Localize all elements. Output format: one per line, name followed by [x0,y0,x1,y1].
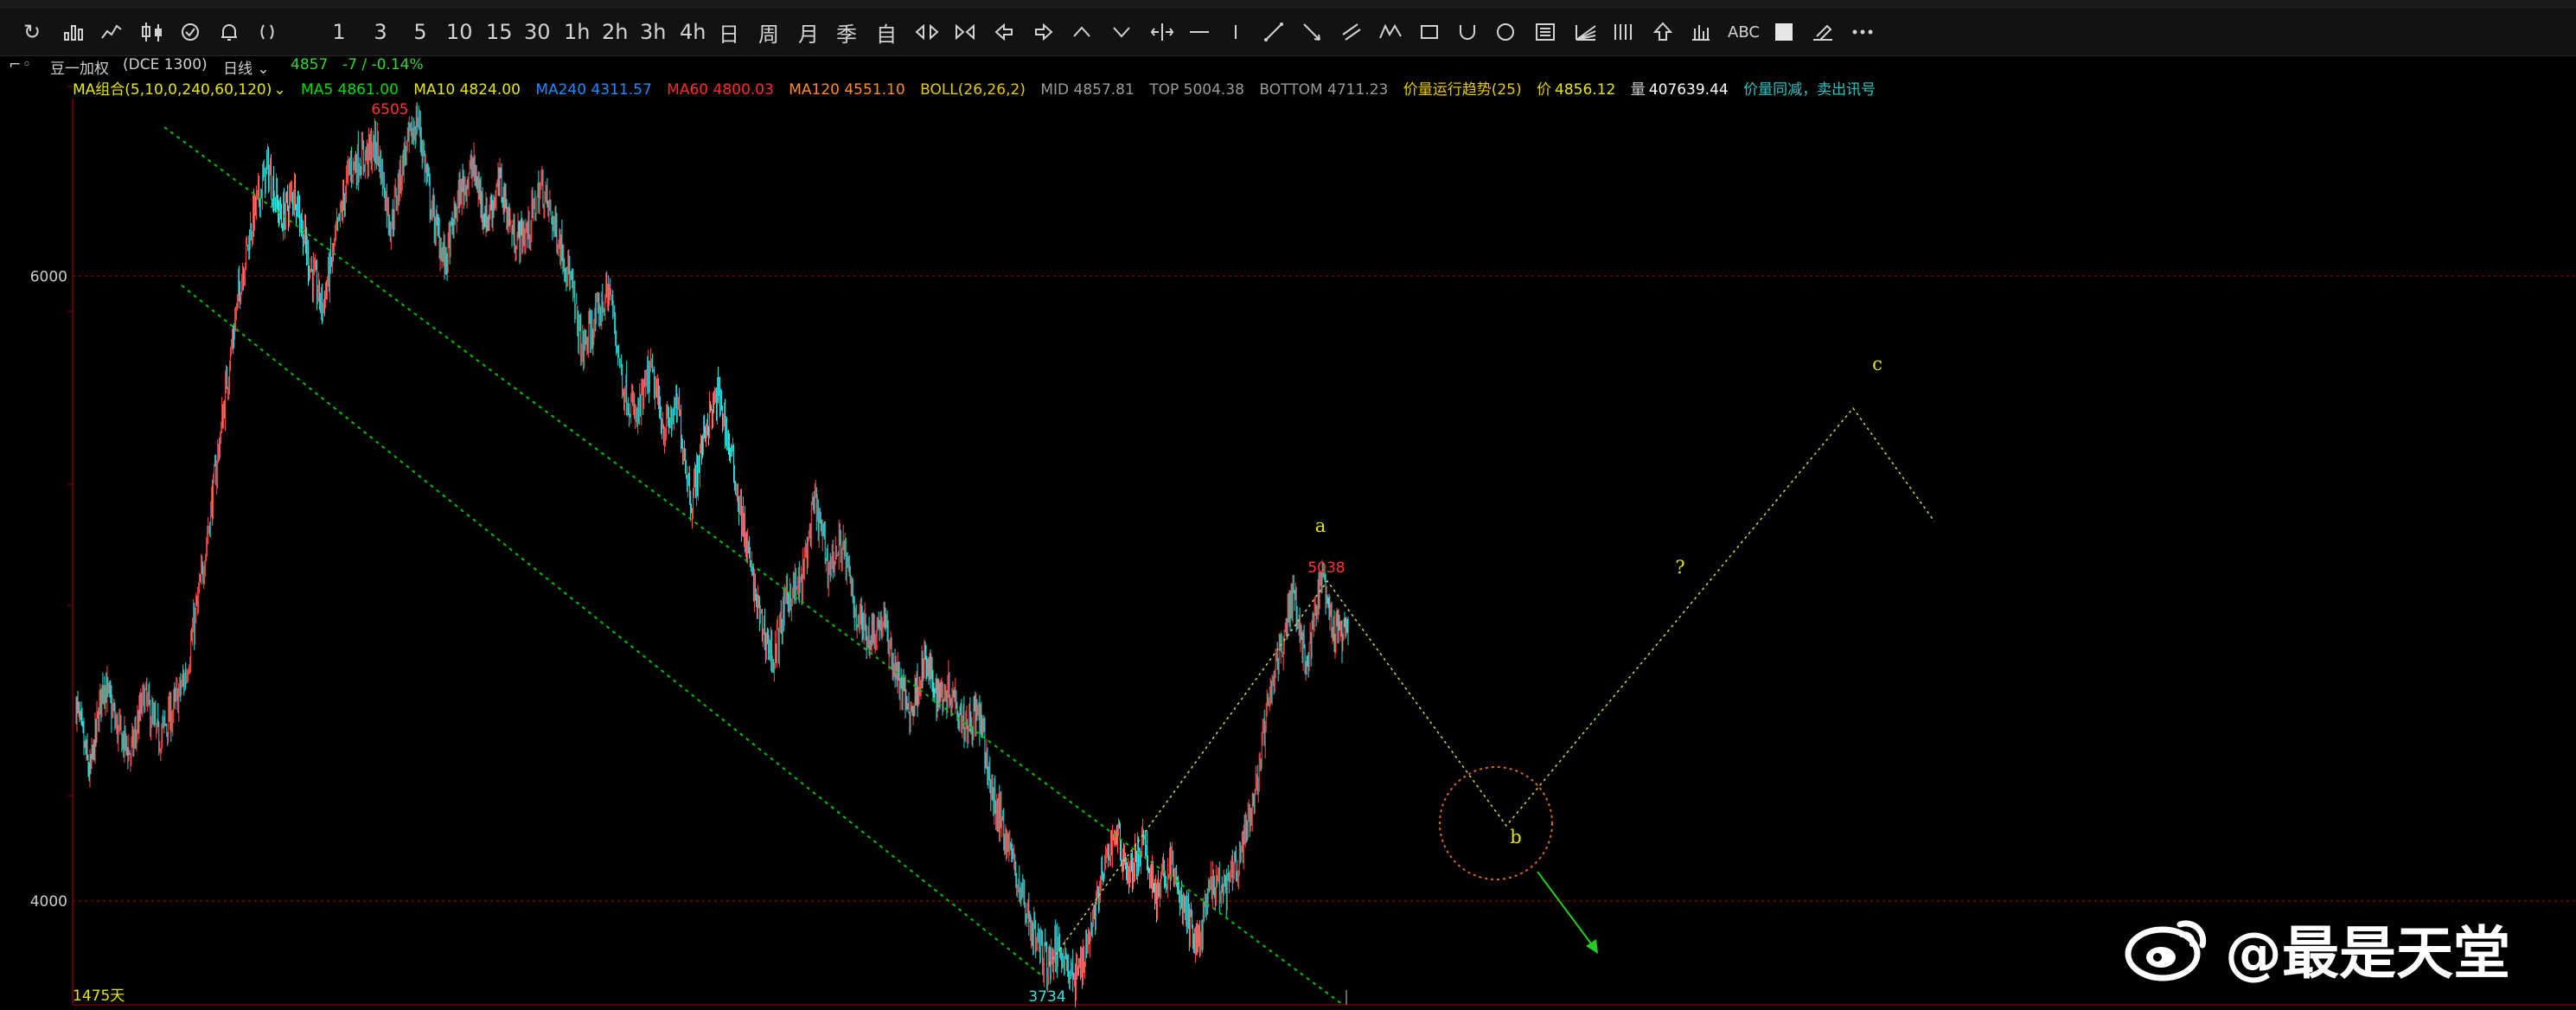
down-arrow-head [1586,939,1598,954]
wave-b-target-circle[interactable] [1439,766,1553,880]
down-arrow-line[interactable] [1537,871,1596,950]
wave-c-label: c [1872,354,1882,374]
wave-a-label: a [1315,515,1326,536]
recent-high-label: 5038 [1307,559,1345,577]
high-price-label: 6505 [371,101,408,118]
channel-lower-line[interactable] [181,284,1045,978]
low-price-label: 3734 [1028,988,1065,1006]
y-tick-label: 4000 [30,893,67,911]
bar-count-label: 1475天 [73,988,125,1005]
weibo-watermark: @最是天堂 [2123,914,2510,987]
weibo-logo-icon [2125,920,2207,981]
question-mark-label: ? [1675,557,1684,578]
y-tick-label: 6000 [30,269,67,286]
wave-b-label: b [1510,827,1521,847]
channel-upper-line[interactable] [163,126,1344,1006]
price-chart[interactable]: 4000 6000 6505 5038 3734 a b c? 1475天 [0,0,2576,1010]
